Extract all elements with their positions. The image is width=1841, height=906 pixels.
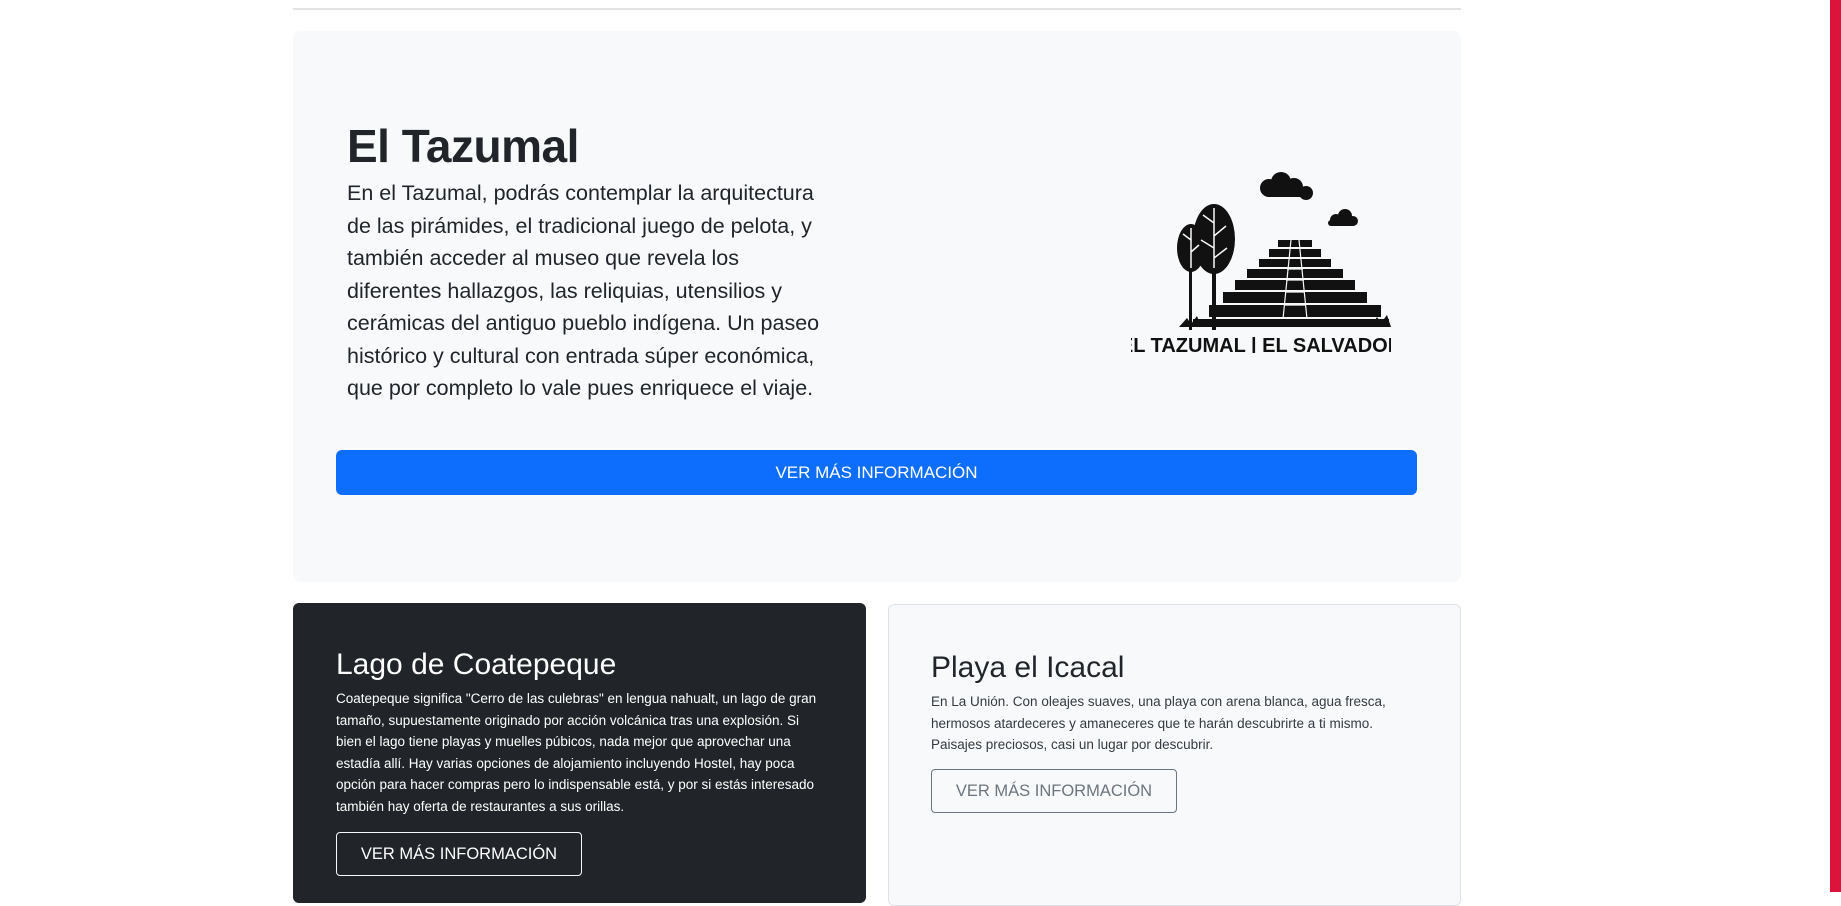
card-playa-el-icacal: Playa el Icacal En La Unión. Con oleajes… [888, 604, 1461, 906]
card-text: Coatepeque significa "Cerro de las culeb… [336, 691, 817, 814]
hero-jumbotron: El Tazumal En el Tazumal, podrás contemp… [293, 31, 1461, 582]
section-divider [293, 8, 1461, 10]
coatepeque-more-info-button[interactable]: VER MÁS INFORMACIÓN [336, 832, 582, 876]
hero-more-info-button[interactable]: VER MÁS INFORMACIÓN [336, 450, 1417, 495]
el-tazumal-logo: EL TAZUMAL | EL SALVADOR [1131, 172, 1391, 353]
scrollbar-accent[interactable] [1830, 0, 1841, 892]
card-text: En La Unión. Con oleajes suaves, una pla… [931, 694, 1386, 752]
hero-description: En el Tazumal, podrás contemplar la arqu… [347, 181, 820, 400]
card-title: Lago de Coatepeque [336, 648, 617, 681]
hero-title: El Tazumal [347, 120, 579, 172]
logo-caption: EL TAZUMAL | EL SALVADOR [1131, 335, 1391, 353]
card-lago-de-coatepeque: Lago de Coatepeque Coatepeque significa … [293, 603, 866, 903]
card-title: Playa el Icacal [931, 651, 1125, 684]
icacal-more-info-button[interactable]: VER MÁS INFORMACIÓN [931, 769, 1177, 813]
